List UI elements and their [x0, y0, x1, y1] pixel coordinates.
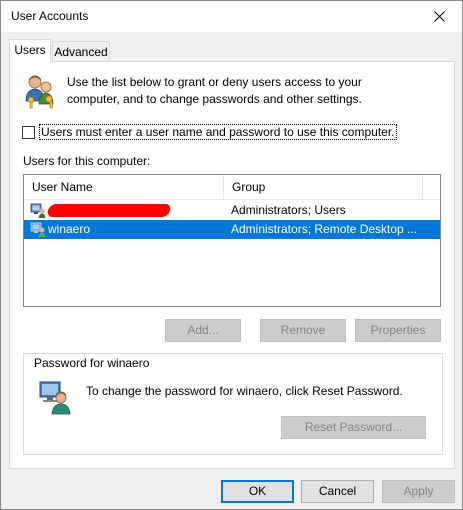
row-user-name: winaero	[48, 222, 91, 236]
redacted-user-name	[46, 204, 172, 217]
close-button[interactable]	[416, 1, 462, 32]
cancel-button-label: Cancel	[318, 484, 357, 498]
reset-password-instructions: To change the password for winaero, clic…	[86, 384, 403, 398]
users-listview[interactable]: User Name Group Administrators; Users wi…	[23, 174, 441, 307]
user-password-icon	[39, 381, 71, 415]
listview-header: User Name Group	[24, 175, 440, 200]
reset-password-button[interactable]: Reset Password...	[281, 416, 426, 439]
user-computer-icon	[30, 203, 46, 218]
window-title: User Accounts	[11, 9, 89, 23]
remove-button-label: Remove	[280, 323, 326, 337]
password-group-title: Password for winaero	[31, 356, 153, 370]
require-password-label[interactable]: Users must enter a user name and passwor…	[39, 124, 397, 140]
users-list-label: Users for this computer:	[23, 154, 151, 168]
properties-button-label: Properties	[370, 323, 426, 337]
users-keys-icon	[25, 75, 54, 109]
require-password-checkbox-row[interactable]: Users must enter a user name and passwor…	[22, 124, 397, 140]
row-group: Administrators; Remote Desktop ...	[231, 222, 418, 236]
row-group: Administrators; Users	[231, 203, 346, 217]
apply-button[interactable]: Apply	[382, 480, 455, 503]
properties-button[interactable]: Properties	[355, 319, 441, 342]
column-divider[interactable]	[422, 175, 423, 200]
intro-text: Use the list below to grant or deny user…	[67, 75, 362, 106]
require-password-checkbox[interactable]	[22, 125, 35, 139]
ok-button-label: OK	[248, 484, 267, 498]
add-button-label: Add...	[187, 323, 219, 337]
tab-advanced[interactable]: Advanced	[52, 41, 110, 62]
add-user-button[interactable]: Add...	[165, 319, 241, 342]
user-accounts-dialog: User Accounts Users Advanced Use the lis…	[0, 0, 463, 510]
close-icon	[433, 11, 445, 22]
user-computer-icon	[30, 222, 46, 237]
column-header-user-name[interactable]: User Name	[24, 175, 224, 200]
remove-user-button[interactable]: Remove	[260, 319, 346, 342]
column-header-group[interactable]: Group	[224, 175, 422, 200]
title-bar[interactable]: User Accounts	[1, 1, 462, 32]
ok-button[interactable]: OK	[221, 480, 294, 503]
reset-password-button-label: Reset Password...	[304, 420, 403, 434]
apply-button-label: Apply	[403, 484, 434, 498]
table-row[interactable]: Administrators; Users	[24, 201, 440, 220]
table-row-selected[interactable]: winaero Administrators; Remote Desktop .…	[24, 220, 440, 239]
tab-users[interactable]: Users	[9, 39, 51, 62]
cancel-button[interactable]: Cancel	[301, 480, 374, 503]
